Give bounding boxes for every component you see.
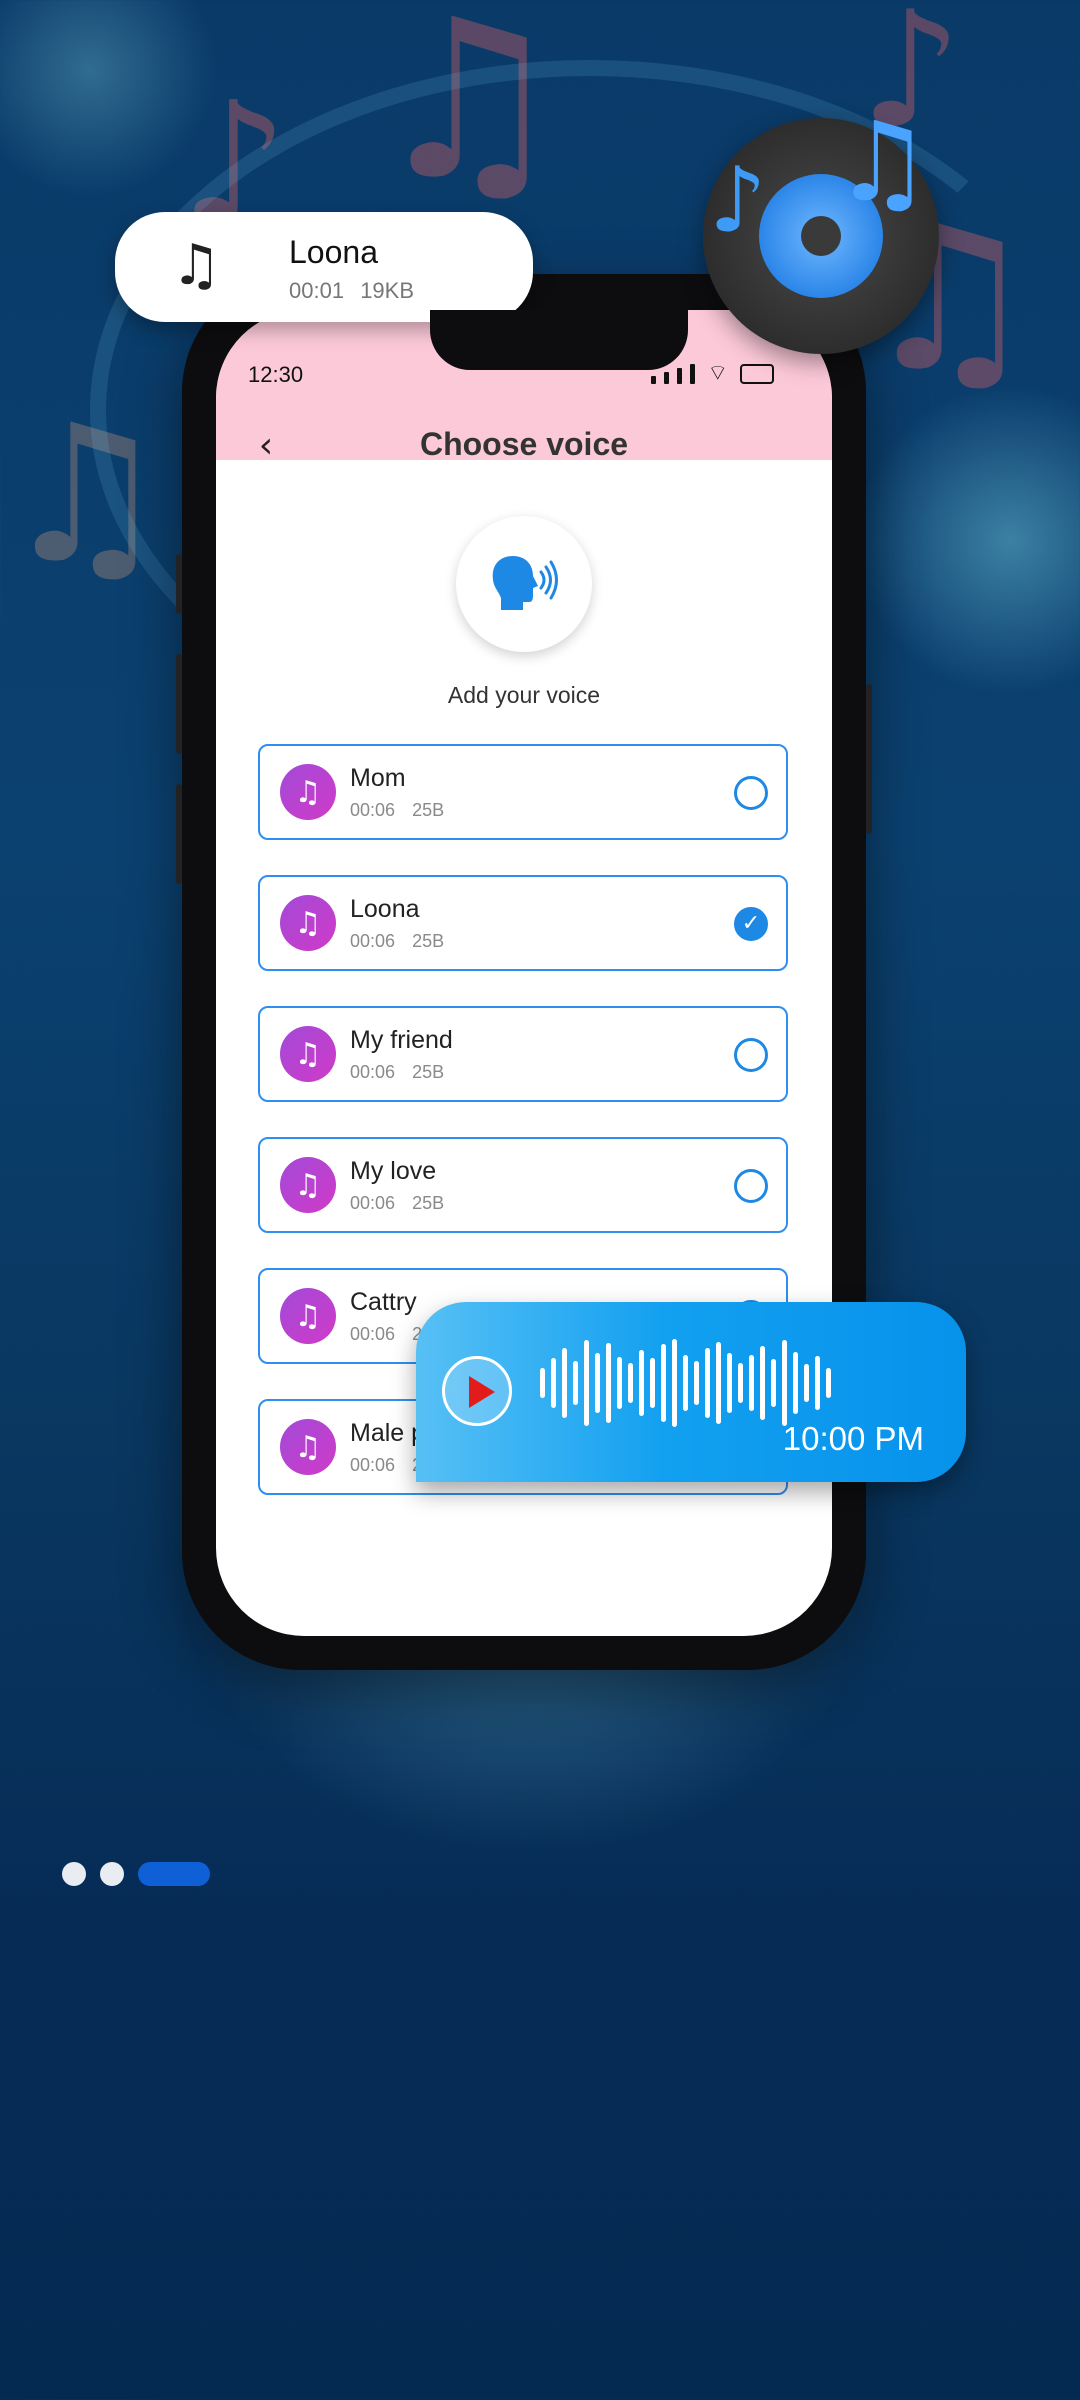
- music-note-icon: ♫: [280, 1288, 336, 1344]
- waveform-bar: [738, 1363, 743, 1403]
- radio-button[interactable]: [734, 1169, 768, 1203]
- now-playing-size: 19KB: [360, 278, 415, 303]
- waveform: [540, 1338, 831, 1428]
- music-note-icon: ♫: [280, 1026, 336, 1082]
- voice-name: Loona: [350, 895, 420, 923]
- voice-size: 25B: [412, 1193, 445, 1213]
- waveform-bar: [551, 1358, 556, 1408]
- waveform-bar: [705, 1348, 710, 1418]
- waveform-bar: [749, 1355, 754, 1411]
- voice-meta: 00:06 25B: [350, 1062, 444, 1083]
- play-button[interactable]: [442, 1356, 512, 1426]
- voice-size: 25B: [412, 931, 445, 951]
- voice-list-item[interactable]: ♫ My friend 00:06 25B: [258, 1006, 788, 1102]
- radio-button[interactable]: [734, 1038, 768, 1072]
- waveform-bar: [661, 1344, 666, 1422]
- speaking-head-icon: [492, 556, 558, 610]
- page-title: Choose voice: [419, 426, 629, 462]
- voice-duration: 00:06: [350, 1455, 396, 1475]
- voice-name: Mom: [350, 764, 406, 792]
- voice-name: Cattry: [350, 1288, 417, 1316]
- waveform-bar: [628, 1363, 633, 1403]
- voice-list-item[interactable]: ♫ Loona 00:06 25B ✓: [258, 875, 788, 971]
- waveform-bar: [760, 1346, 765, 1420]
- waveform-bar: [727, 1353, 732, 1413]
- now-playing-meta: 00:01 19KB: [289, 278, 414, 304]
- voice-meta: 00:06 25B: [350, 1193, 444, 1214]
- battery-icon: [740, 364, 774, 384]
- add-voice-button[interactable]: [456, 516, 592, 652]
- voice-name: Male p: [350, 1419, 426, 1447]
- status-time: 12:30: [248, 362, 304, 387]
- radio-checked-icon[interactable]: ✓: [734, 907, 768, 941]
- waveform-bar: [573, 1361, 578, 1405]
- music-note-icon: ♫: [171, 233, 222, 298]
- music-disc-icon: ♪ ♫: [703, 98, 939, 354]
- phone-side-button: [176, 654, 182, 754]
- radio-button[interactable]: [734, 776, 768, 810]
- voice-meta: 00:06 25B: [350, 931, 444, 952]
- phone-side-button: [176, 784, 182, 884]
- waveform-bar: [793, 1352, 798, 1414]
- music-note-icon: ♫: [280, 895, 336, 951]
- voice-duration: 00:06: [350, 1193, 396, 1213]
- signal-icon: ⌔: [651, 361, 774, 386]
- waveform-bar: [683, 1355, 688, 1411]
- music-note-icon: ♫: [280, 1419, 336, 1475]
- voice-name: My love: [350, 1157, 437, 1185]
- waveform-bar: [650, 1358, 655, 1408]
- now-playing-card: ♫ Loona 00:01 19KB: [115, 212, 533, 322]
- waveform-bar: [694, 1361, 699, 1405]
- page-dot[interactable]: [62, 1862, 86, 1886]
- phone-side-button: [176, 554, 182, 614]
- voice-meta: 00:06 25B: [350, 800, 444, 821]
- phone-notch: [430, 310, 688, 370]
- voice-duration: 00:06: [350, 1062, 396, 1082]
- waveform-bar: [606, 1343, 611, 1423]
- waveform-bar: [584, 1340, 589, 1426]
- music-note-icon: ♫: [833, 98, 932, 226]
- add-voice-label: Add your voice: [447, 682, 601, 708]
- voice-meta: 00:06 2: [350, 1455, 422, 1476]
- waveform-bar: [771, 1359, 776, 1407]
- voice-message-time: 10:00 PM: [782, 1420, 924, 1457]
- waveform-bar: [804, 1364, 809, 1402]
- voice-list-item[interactable]: ♫ Mom 00:06 25B: [258, 744, 788, 840]
- play-icon: [469, 1376, 495, 1408]
- page-indicator: [62, 1862, 210, 1886]
- voice-duration: 00:06: [350, 931, 396, 951]
- now-playing-duration: 00:01: [289, 278, 345, 303]
- phone-side-button: [866, 684, 872, 834]
- waveform-bar: [595, 1353, 600, 1413]
- waveform-bar: [782, 1340, 787, 1426]
- voice-message-card: 10:00 PM: [416, 1302, 966, 1482]
- waveform-bar: [540, 1368, 545, 1398]
- page-dot-active[interactable]: [138, 1862, 210, 1886]
- voice-duration: 00:06: [350, 800, 396, 820]
- waveform-bar: [716, 1342, 721, 1424]
- waveform-bar: [815, 1356, 820, 1410]
- wifi-icon: ⌔: [707, 361, 728, 386]
- voice-size: 25B: [412, 800, 445, 820]
- waveform-bar: [672, 1339, 677, 1427]
- now-playing-name: Loona: [289, 234, 378, 270]
- waveform-bar: [639, 1350, 644, 1416]
- voice-list-item[interactable]: ♫ My love 00:06 25B: [258, 1137, 788, 1233]
- music-note-icon: ♫: [280, 1157, 336, 1213]
- waveform-bar: [826, 1368, 831, 1398]
- voice-name: My friend: [350, 1026, 453, 1054]
- waveform-bar: [617, 1357, 622, 1409]
- voice-size: 25B: [412, 1062, 445, 1082]
- music-note-icon: ♫: [280, 764, 336, 820]
- voice-duration: 00:06: [350, 1324, 396, 1344]
- music-note-icon: ♪: [709, 148, 767, 253]
- page-dot[interactable]: [100, 1862, 124, 1886]
- waveform-bar: [562, 1348, 567, 1418]
